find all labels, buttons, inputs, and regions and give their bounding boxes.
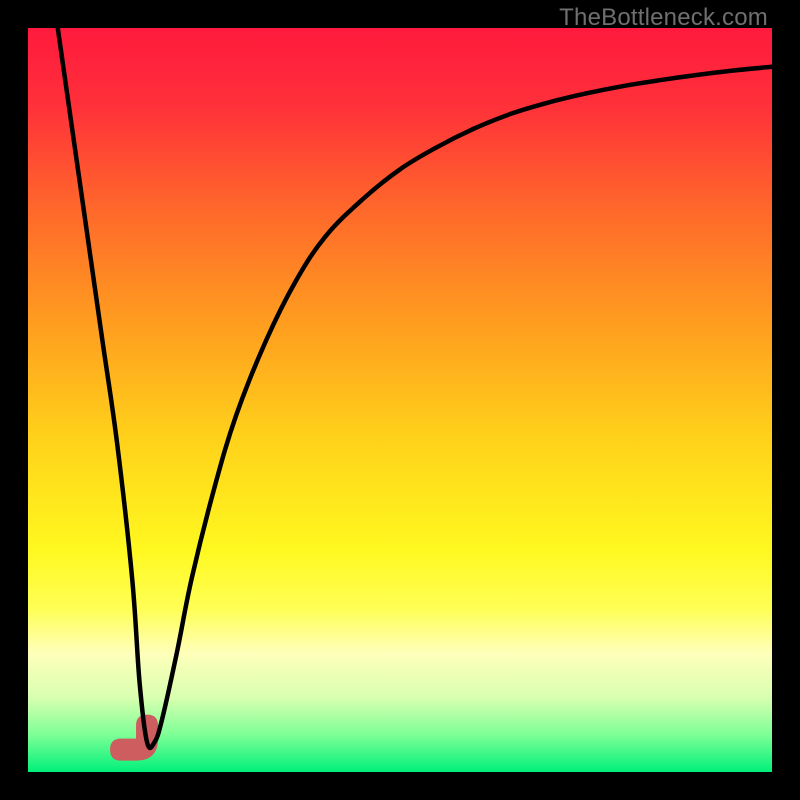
minimum-marker xyxy=(110,715,158,761)
chart-frame: TheBottleneck.com xyxy=(0,0,800,800)
bottleneck-curve xyxy=(58,28,772,748)
curve-layer xyxy=(28,28,772,772)
plot-area xyxy=(28,28,772,772)
